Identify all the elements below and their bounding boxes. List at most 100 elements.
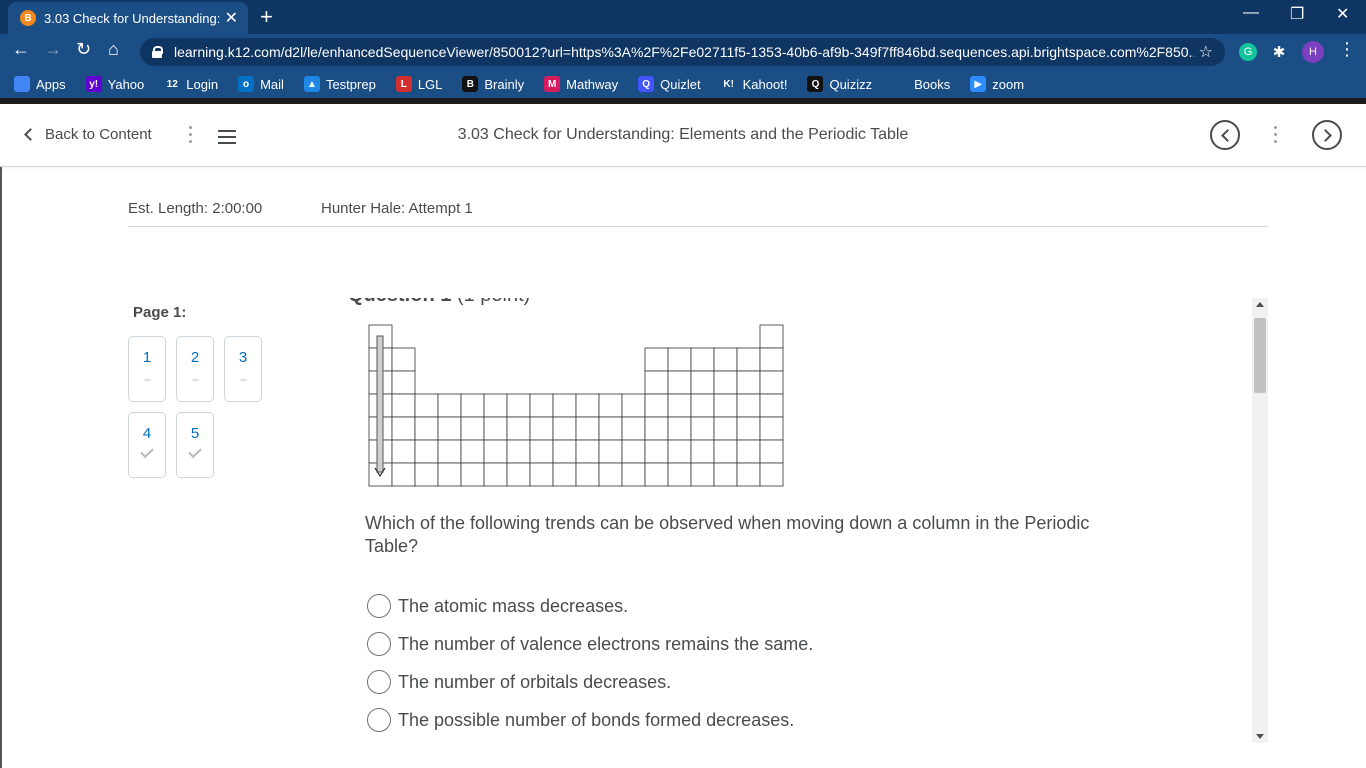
answer-option-label: The atomic mass decreases. — [398, 595, 629, 616]
previous-topic-button[interactable] — [1210, 120, 1240, 150]
bookmark-lgl[interactable]: L LGL — [395, 76, 442, 92]
periodic-table-cell — [529, 462, 554, 487]
periodic-table-cell — [736, 393, 761, 418]
periodic-table-cell — [575, 416, 600, 441]
bookmark-label: Kahoot! — [742, 76, 788, 92]
scroll-thumb[interactable] — [1254, 318, 1266, 393]
bookmark-label: Yahoo — [107, 76, 145, 92]
answer-option-2[interactable]: The number of valence electrons remains … — [367, 632, 813, 656]
periodic-table-cell — [598, 393, 623, 418]
periodic-table-cell — [391, 347, 416, 372]
minimize-icon[interactable]: — — [1243, 4, 1259, 22]
bookmark-yahoo[interactable]: y! Yahoo — [85, 76, 145, 92]
bookmark-brainly[interactable]: B Brainly — [462, 76, 524, 92]
question-card-status: -- — [240, 372, 247, 386]
answer-option-4[interactable]: The possible number of bonds formed decr… — [367, 708, 794, 732]
periodic-table-cell — [460, 416, 485, 441]
periodic-table-cell — [437, 416, 462, 441]
quizlet-icon: Q — [638, 76, 655, 92]
bookmark-quizlet[interactable]: Q Quizlet — [638, 76, 701, 92]
mathway-icon: M — [544, 76, 561, 92]
radio-button[interactable] — [367, 708, 391, 732]
grammarly-icon[interactable]: G — [1239, 43, 1257, 61]
periodic-table-cell — [621, 439, 646, 464]
browser-tab[interactable]: B 3.03 Check for Understanding: Elements… — [8, 2, 248, 34]
mail-icon: o — [238, 76, 255, 92]
periodic-table-cell — [759, 393, 784, 418]
radio-button[interactable] — [367, 670, 391, 694]
periodic-table-cell — [736, 370, 761, 395]
periodic-table-cell — [575, 462, 600, 487]
zoom-icon: ▶ — [970, 76, 987, 92]
radio-button[interactable] — [367, 632, 391, 656]
bookmark-mathway[interactable]: M Mathway — [544, 76, 618, 92]
answer-option-3[interactable]: The number of orbitals decreases. — [367, 670, 671, 694]
bookmark-label: Books — [914, 76, 951, 92]
close-tab-icon[interactable]: ✕ — [225, 8, 238, 28]
profile-avatar[interactable]: H — [1302, 41, 1324, 63]
periodic-table-cell — [552, 439, 577, 464]
bookmark-kahoot-[interactable]: K! Kahoot! — [720, 76, 788, 92]
periodic-table-cell — [713, 347, 738, 372]
bookmark-mail[interactable]: o Mail — [238, 76, 284, 92]
restore-icon[interactable]: ❐ — [1290, 4, 1304, 24]
bookmark-zoom[interactable]: ▶ zoom — [970, 76, 1024, 92]
question-card-5[interactable]: 5 — [176, 412, 214, 478]
bookmark-testprep[interactable]: ▲ Testprep — [303, 76, 376, 92]
periodic-table-cell — [460, 439, 485, 464]
periodic-table-cell — [552, 393, 577, 418]
question-card-2[interactable]: 2 -- — [176, 336, 214, 402]
scroll-down-arrow-icon[interactable] — [1256, 734, 1264, 739]
bookmark-label: Testprep — [325, 76, 376, 92]
forward-arrow-icon[interactable]: → — [44, 39, 62, 60]
question-card-3[interactable]: 3 -- — [224, 336, 262, 402]
periodic-table-cell — [736, 416, 761, 441]
bookmark-login[interactable]: 12 Login — [164, 76, 218, 92]
scroll-up-arrow-icon[interactable] — [1256, 302, 1264, 307]
question-card-number: 3 — [238, 349, 248, 366]
periodic-table-cell — [414, 393, 439, 418]
periodic-table-cell — [621, 393, 646, 418]
apps-grid-icon — [14, 76, 30, 92]
periodic-table-cell — [621, 416, 646, 441]
back-arrow-icon[interactable]: ← — [12, 39, 30, 60]
question-card-status: -- — [144, 372, 151, 386]
question-card-1[interactable]: 1 -- — [128, 336, 166, 402]
radio-button[interactable] — [367, 594, 391, 618]
question-card-number: 5 — [190, 425, 200, 442]
page-title: 3.03 Check for Understanding: Elements a… — [457, 126, 909, 143]
periodic-table-cell — [713, 416, 738, 441]
bookmark-apps[interactable]: Apps — [14, 76, 66, 92]
close-window-icon[interactable]: ✕ — [1336, 4, 1349, 24]
chrome-menu-icon[interactable]: ⋮ — [1338, 39, 1356, 60]
extensions-puzzle-icon[interactable]: ✱ — [1270, 43, 1288, 61]
periodic-table-cell — [736, 347, 761, 372]
checkmark-icon — [140, 444, 154, 459]
new-tab-icon[interactable]: + — [260, 4, 273, 30]
address-bar[interactable]: learning.k12.com/d2l/le/enhancedSequence… — [140, 38, 1225, 66]
periodic-table-cell — [690, 462, 715, 487]
left-border — [0, 167, 2, 768]
answer-option-label: The possible number of bonds formed decr… — [398, 709, 795, 730]
bookmark-star-icon[interactable]: ☆ — [1199, 42, 1213, 62]
question-card-4[interactable]: 4 — [128, 412, 166, 478]
periodic-table-cell — [483, 439, 508, 464]
question-scrollbar[interactable] — [1252, 298, 1268, 743]
next-topic-button[interactable] — [1312, 120, 1342, 150]
login-icon: 12 — [164, 76, 181, 92]
bookmark-books[interactable]: Books — [892, 76, 950, 92]
periodic-table-cell — [759, 439, 784, 464]
question-card-status: -- — [192, 372, 199, 386]
home-icon[interactable]: ⌂ — [108, 39, 119, 60]
brainly-icon: B — [462, 76, 479, 92]
reload-icon[interactable]: ↻ — [76, 39, 91, 60]
answer-option-1[interactable]: The atomic mass decreases. — [367, 594, 628, 618]
periodic-table-cell — [506, 439, 531, 464]
bookmarks-bar: Apps y! Yahoo 12 Login o Mail ▲ Testprep L LGL B Bra… — [0, 70, 1366, 98]
periodic-table-cell — [460, 462, 485, 487]
bookmark-quizizz[interactable]: Q Quizizz — [807, 76, 872, 92]
periodic-table-cell — [391, 462, 416, 487]
periodic-table-diagram — [368, 324, 784, 487]
periodic-table-cell — [690, 439, 715, 464]
kahoot-icon: K! — [720, 76, 737, 92]
